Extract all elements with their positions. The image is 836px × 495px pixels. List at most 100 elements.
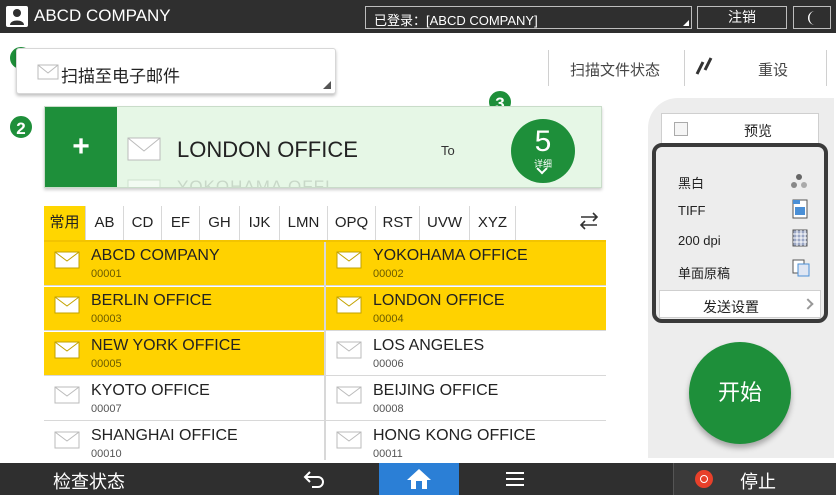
- entry-number: 00008: [373, 403, 404, 415]
- entry-number: 00004: [373, 313, 404, 325]
- function-select[interactable]: 扫描至电子邮件: [16, 48, 336, 94]
- pen-icon[interactable]: [694, 56, 716, 76]
- list-item[interactable]: SHANGHAI OFFICE 00010: [44, 422, 324, 460]
- entry-name: NEW YORK OFFICE: [91, 337, 241, 354]
- mail-icon: [54, 386, 80, 404]
- moon-icon: [808, 11, 815, 25]
- tab-ab[interactable]: AB: [86, 206, 124, 240]
- reset-button[interactable]: 重设: [758, 59, 788, 80]
- step-badge-2: 2: [8, 114, 34, 140]
- divider: [548, 50, 549, 86]
- user-icon: [6, 6, 28, 27]
- home-button[interactable]: [379, 463, 459, 495]
- mail-icon: [336, 341, 362, 359]
- divider: [684, 50, 685, 86]
- divider: [826, 50, 827, 86]
- to-label: To: [441, 143, 455, 158]
- color-mode-icon: [791, 174, 807, 188]
- top-bar: ABCD COMPANY 已登录：[ABCD COMPANY] 注销: [0, 0, 836, 33]
- tab-ijk[interactable]: IJK: [240, 206, 280, 240]
- tab-cd[interactable]: CD: [124, 206, 162, 240]
- login-status[interactable]: 已登录：[ABCD COMPANY]: [365, 6, 692, 29]
- mail-icon: [54, 341, 80, 359]
- swap-icon[interactable]: [578, 212, 600, 232]
- list-item[interactable]: BEIJING OFFICE 00008: [326, 377, 606, 421]
- single-sided-icon: [792, 259, 810, 277]
- index-tabs: 常用 AB CD EF GH IJK LMN OPQ RST UVW XYZ: [44, 206, 606, 242]
- entry-name: KYOTO OFFICE: [91, 382, 210, 399]
- entry-name: LOS ANGELES: [373, 337, 485, 354]
- logout-button[interactable]: 注销: [697, 6, 787, 29]
- mail-icon: [37, 64, 59, 80]
- chevron-right-icon: [802, 298, 814, 310]
- mail-icon: [336, 386, 362, 404]
- list-item[interactable]: LONDON OFFICE 00004: [326, 287, 606, 331]
- add-destination-button[interactable]: +: [45, 107, 117, 187]
- preview-label: 预览: [744, 123, 772, 139]
- login-status-label: 已登录：[ABCD COMPANY]: [374, 13, 538, 28]
- back-icon[interactable]: [302, 469, 326, 489]
- tab-common[interactable]: 常用: [44, 206, 86, 240]
- corner-indicator-icon: [683, 20, 689, 26]
- tab-lmn[interactable]: LMN: [280, 206, 328, 240]
- mail-icon: [54, 296, 80, 314]
- file-format-setting: TIFF: [678, 203, 706, 218]
- color-setting: 黑白: [678, 176, 705, 191]
- entry-name: LONDON OFFICE: [373, 292, 505, 309]
- entry-name: SHANGHAI OFFICE: [91, 427, 238, 444]
- menu-icon[interactable]: [505, 471, 525, 487]
- tab-opq[interactable]: OPQ: [328, 206, 376, 240]
- start-button[interactable]: 开始: [689, 342, 791, 444]
- send-settings-label: 发送设置: [703, 299, 759, 315]
- entry-number: 00006: [373, 358, 404, 370]
- tab-ef[interactable]: EF: [162, 206, 200, 240]
- dropdown-corner-icon: [323, 81, 331, 89]
- home-icon: [407, 469, 431, 489]
- list-item[interactable]: HONG KONG OFFICE 00011: [326, 422, 606, 460]
- mail-icon: [336, 296, 362, 314]
- entry-name: BEIJING OFFICE: [373, 382, 499, 399]
- stop-icon: [695, 470, 713, 488]
- list-item[interactable]: BERLIN OFFICE 00003: [44, 287, 324, 331]
- destination-name[interactable]: LONDON OFFICE: [177, 137, 358, 163]
- mail-icon: [336, 431, 362, 449]
- checkbox-icon: [674, 122, 688, 136]
- column-divider: [324, 242, 326, 460]
- original-setting: 单面原稿: [678, 266, 731, 281]
- destination-count-button[interactable]: 5 详细: [511, 119, 575, 183]
- stop-label: 停止: [740, 472, 776, 492]
- list-item[interactable]: YOKOHAMA OFFICE 00002: [326, 242, 606, 286]
- list-item[interactable]: KYOTO OFFICE 00007: [44, 377, 324, 421]
- entry-name: HONG KONG OFFICE: [373, 427, 536, 444]
- scan-status-button[interactable]: 扫描文件状态: [570, 59, 660, 80]
- entry-name: BERLIN OFFICE: [91, 292, 212, 309]
- address-list: ABCD COMPANY 00001 YOKOHAMA OFFICE 00002…: [44, 242, 606, 460]
- mail-icon: [336, 251, 362, 269]
- tab-xyz[interactable]: XYZ: [470, 206, 516, 240]
- tab-uvw[interactable]: UVW: [420, 206, 470, 240]
- list-item[interactable]: ABCD COMPANY 00001: [44, 242, 324, 286]
- entry-name: YOKOHAMA OFFICE: [373, 247, 528, 264]
- bottom-bar: 检查状态 停止: [0, 463, 836, 495]
- mail-icon: [127, 179, 161, 187]
- stop-button[interactable]: 停止: [673, 463, 836, 495]
- mail-icon: [127, 137, 161, 161]
- entry-name: ABCD COMPANY: [91, 247, 220, 264]
- entry-number: 00010: [91, 448, 122, 460]
- entry-number: 00001: [91, 268, 122, 280]
- tab-gh[interactable]: GH: [200, 206, 240, 240]
- destination-count: 5: [534, 125, 552, 158]
- tab-rst[interactable]: RST: [376, 206, 420, 240]
- check-status-button[interactable]: 检查状态: [53, 468, 125, 494]
- next-destination-name: YOKOHAMA OFFI: [177, 177, 331, 188]
- mail-icon: [54, 431, 80, 449]
- entry-number: 00005: [91, 358, 122, 370]
- entry-number: 00007: [91, 403, 122, 415]
- list-item[interactable]: NEW YORK OFFICE 00005: [44, 332, 324, 376]
- energy-saver-button[interactable]: [793, 6, 831, 29]
- resolution-icon: [792, 229, 808, 247]
- entry-number: 00003: [91, 313, 122, 325]
- preview-checkbox[interactable]: 预览: [661, 113, 819, 145]
- list-item[interactable]: LOS ANGELES 00006: [326, 332, 606, 376]
- send-settings-button[interactable]: 发送设置: [659, 290, 821, 318]
